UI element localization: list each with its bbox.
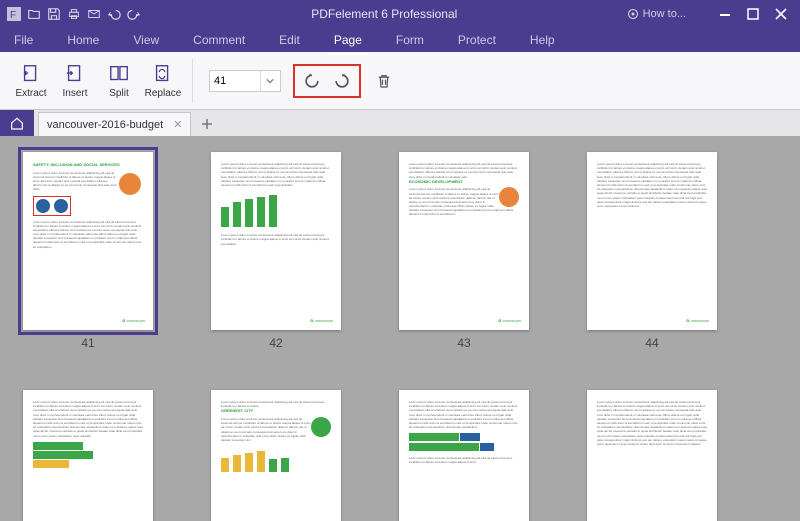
ribbon-toolbar: Extract Insert Split Replace — [0, 52, 800, 110]
maximize-button[interactable] — [740, 4, 766, 24]
split-button[interactable]: Split — [98, 62, 140, 99]
extract-icon — [19, 62, 43, 86]
split-icon — [107, 62, 131, 86]
replace-button[interactable]: Replace — [142, 62, 184, 99]
insert-label: Insert — [62, 88, 87, 99]
how-to-label: How to... — [643, 8, 686, 20]
extract-label: Extract — [15, 88, 46, 99]
document-tab[interactable]: vancouver-2016-budget ✕ — [38, 112, 191, 136]
page-thumbnail[interactable]: SAFETY, INCLUSION AND SOCIAL SERVICES Lo… — [23, 152, 153, 330]
page-thumbnail[interactable]: Lorem ipsum dolor sit amet consectetur a… — [211, 152, 341, 330]
redo-icon[interactable] — [126, 6, 142, 22]
page-thumbnail[interactable]: Lorem ipsum dolor sit amet consectetur a… — [587, 152, 717, 330]
home-icon — [9, 115, 25, 131]
rotate-left-button[interactable] — [301, 70, 323, 92]
title-bar: F PDFelement 6 Professional How to... — [0, 0, 800, 28]
how-to-link[interactable]: How to... — [627, 8, 686, 20]
thumbnail-item[interactable]: Lorem ipsum dolor sit amet consectetur a… — [18, 390, 158, 521]
page-thumbnail[interactable]: Lorem ipsum dolor sit amet consectetur a… — [399, 152, 529, 330]
replace-label: Replace — [145, 88, 182, 99]
email-icon[interactable] — [86, 6, 102, 22]
page-thumbnail[interactable]: Lorem ipsum dolor sit amet consectetur a… — [23, 390, 153, 521]
minimize-button[interactable] — [712, 4, 738, 24]
page-number-field[interactable] — [209, 70, 281, 92]
split-label: Split — [109, 88, 128, 99]
app-title: PDFelement 6 Professional — [142, 7, 627, 21]
close-button[interactable] — [768, 4, 794, 24]
rotate-left-icon — [302, 71, 322, 91]
close-tab-icon[interactable]: ✕ — [173, 118, 182, 131]
thumbnail-item[interactable]: Lorem ipsum dolor sit amet consectetur a… — [582, 152, 722, 350]
replace-icon — [151, 62, 175, 86]
rotate-right-icon — [332, 71, 352, 91]
thumbnail-item[interactable]: SAFETY, INCLUSION AND SOCIAL SERVICES Lo… — [18, 152, 158, 350]
trash-icon — [375, 72, 393, 90]
add-tab-button[interactable] — [195, 112, 219, 136]
menu-help[interactable]: Help — [528, 29, 557, 51]
menu-page[interactable]: Page — [332, 29, 364, 51]
delete-page-button[interactable] — [373, 70, 395, 92]
thumbnail-label: 43 — [457, 336, 470, 350]
document-tab-bar: vancouver-2016-budget ✕ — [0, 110, 800, 136]
home-tab-button[interactable] — [0, 110, 34, 136]
menu-comment[interactable]: Comment — [191, 29, 247, 51]
thumbnail-item[interactable]: Lorem ipsum dolor sit amet consectetur a… — [394, 390, 534, 521]
menu-form[interactable]: Form — [394, 29, 426, 51]
document-tab-label: vancouver-2016-budget — [47, 119, 163, 131]
page-thumbnail[interactable]: Lorem ipsum dolor sit amet consectetur a… — [587, 390, 717, 521]
menu-edit[interactable]: Edit — [277, 29, 302, 51]
insert-button[interactable]: Insert — [54, 62, 96, 99]
title-bar-right: How to... — [627, 4, 800, 24]
ribbon-divider — [192, 59, 193, 103]
page-thumbnail-area[interactable]: SAFETY, INCLUSION AND SOCIAL SERVICES Lo… — [0, 136, 800, 521]
quick-access-toolbar: F — [0, 6, 142, 22]
open-icon[interactable] — [26, 6, 42, 22]
rotate-button-group — [293, 64, 361, 98]
print-icon[interactable] — [66, 6, 82, 22]
menu-home[interactable]: Home — [65, 29, 101, 51]
thumbnail-label: 44 — [645, 336, 658, 350]
page-thumbnail[interactable]: Lorem ipsum dolor sit amet consectetur a… — [399, 390, 529, 521]
menu-protect[interactable]: Protect — [456, 29, 498, 51]
menu-bar: File Home View Comment Edit Page Form Pr… — [0, 28, 800, 52]
page-thumbnail[interactable]: Lorem ipsum dolor sit amet consectetur a… — [211, 390, 341, 521]
thumbnail-label: 42 — [269, 336, 282, 350]
menu-file[interactable]: File — [12, 29, 35, 51]
menu-view[interactable]: View — [131, 29, 161, 51]
insert-icon — [63, 62, 87, 86]
undo-icon[interactable] — [106, 6, 122, 22]
plus-icon — [201, 118, 213, 130]
extract-button[interactable]: Extract — [10, 62, 52, 99]
thumbnail-item[interactable]: Lorem ipsum dolor sit amet consectetur a… — [394, 152, 534, 350]
app-logo-icon[interactable]: F — [6, 6, 22, 22]
thumbnail-label: 41 — [81, 336, 94, 350]
help-location-icon — [627, 8, 639, 20]
rotate-right-button[interactable] — [331, 70, 353, 92]
save-icon[interactable] — [46, 6, 62, 22]
thumbnail-item[interactable]: Lorem ipsum dolor sit amet consectetur a… — [582, 390, 722, 521]
page-number-dropdown-icon[interactable] — [260, 71, 278, 91]
svg-text:F: F — [10, 10, 16, 21]
thumbnail-item[interactable]: Lorem ipsum dolor sit amet consectetur a… — [206, 390, 346, 521]
thumbnail-item[interactable]: Lorem ipsum dolor sit amet consectetur a… — [206, 152, 346, 350]
page-number-input[interactable] — [210, 73, 260, 89]
thumbnail-grid: SAFETY, INCLUSION AND SOCIAL SERVICES Lo… — [18, 152, 782, 521]
